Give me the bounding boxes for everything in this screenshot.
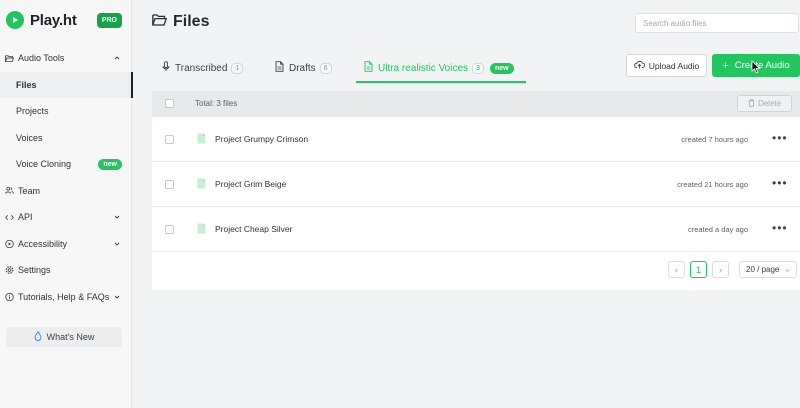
new-badge: new — [489, 62, 514, 74]
tab-drafts[interactable]: Drafts 6 — [275, 54, 332, 82]
play-logo-icon — [6, 11, 24, 29]
table-row[interactable]: Project Cheap Silver created a day ago •… — [152, 207, 800, 252]
tab-count: 3 — [472, 62, 484, 74]
sidebar-item-label: Audio Tools — [18, 53, 65, 64]
plus-icon: + — [722, 59, 729, 72]
tab-count: 1 — [231, 62, 244, 74]
sidebar-item-voice-cloning[interactable]: Voice Cloning new — [0, 151, 132, 178]
users-icon — [5, 186, 14, 195]
active-tab-indicator — [356, 81, 526, 83]
info-icon — [5, 292, 14, 301]
mouse-cursor-icon — [751, 60, 761, 74]
row-checkbox[interactable] — [165, 135, 174, 144]
sidebar-item-team[interactable]: Team — [0, 178, 132, 205]
page-size-value: 20 / page — [746, 265, 780, 274]
pro-badge: PRO — [96, 12, 122, 28]
whats-new-label: What's New — [46, 332, 95, 342]
sidebar: Play.ht PRO Audio Tools Files Projects V… — [0, 0, 133, 408]
sidebar-item-api[interactable]: API — [0, 204, 132, 231]
cloud-upload-icon — [633, 60, 645, 71]
table-header: Total: 3 files Delete — [152, 91, 800, 117]
drop-icon — [34, 331, 42, 343]
delete-label: Delete — [757, 99, 782, 108]
file-icon — [197, 178, 206, 189]
trash-icon — [748, 98, 755, 109]
upload-audio-button[interactable]: Upload Audio — [626, 54, 707, 77]
chevron-down-icon — [114, 242, 120, 246]
upload-audio-label: Upload Audio — [648, 60, 700, 71]
sidebar-item-audio-tools[interactable]: Audio Tools — [0, 45, 132, 72]
play-circle-icon — [5, 239, 14, 248]
sidebar-item-label: Voice Cloning — [16, 159, 72, 170]
total-files-count: Total: 3 files — [195, 99, 238, 108]
table-row[interactable]: Project Grim Beige created 21 hours ago … — [152, 162, 800, 207]
document-icon — [275, 61, 284, 75]
tab-transcribed[interactable]: Transcribed 1 — [162, 54, 244, 82]
row-checkbox[interactable] — [165, 225, 174, 234]
chevron-up-icon — [114, 56, 120, 60]
sidebar-nav: Audio Tools Files Projects Voices Voice … — [0, 45, 133, 311]
sidebar-item-label: Team — [18, 185, 41, 196]
chevron-down-icon — [114, 295, 120, 299]
sidebar-item-voices[interactable]: Voices — [0, 125, 132, 152]
brand[interactable]: Play.ht PRO — [6, 9, 126, 31]
page-size-select[interactable]: 20 / page — [739, 261, 797, 278]
whats-new-button[interactable]: What's New — [6, 327, 122, 347]
sidebar-item-label: Projects — [16, 106, 49, 117]
sidebar-item-files[interactable]: Files — [0, 71, 133, 98]
file-name[interactable]: Project Cheap Silver — [215, 224, 292, 234]
next-page-button[interactable]: › — [712, 261, 729, 278]
tab-label: Drafts — [289, 62, 316, 74]
file-name[interactable]: Project Grim Beige — [215, 179, 286, 189]
chevron-down-icon — [785, 269, 790, 272]
document-icon — [364, 61, 373, 75]
microphone-icon — [162, 61, 170, 75]
delete-button[interactable]: Delete — [737, 95, 792, 112]
file-tabs: Transcribed 1 Drafts 6 Ultra realistic V… — [152, 54, 532, 84]
new-badge: new — [98, 159, 122, 170]
sidebar-item-label: Voices — [16, 132, 43, 143]
brand-name: Play.ht — [30, 11, 77, 29]
tab-label: Ultra realistic Voices — [378, 62, 469, 74]
more-options-icon[interactable]: ••• — [772, 176, 788, 190]
file-list: Project Grumpy Crimson created 7 hours a… — [152, 117, 800, 290]
create-audio-label: Create Audio — [734, 60, 790, 71]
select-all-checkbox[interactable] — [165, 99, 174, 108]
search-input[interactable]: Search audio files — [635, 13, 799, 33]
page-title: Files — [152, 13, 209, 31]
search-placeholder: Search audio files — [643, 18, 707, 28]
folder-open-icon — [5, 54, 14, 63]
tab-count: 6 — [319, 62, 332, 74]
sidebar-item-label: Settings — [18, 265, 51, 276]
tab-label: Transcribed — [175, 62, 228, 74]
sidebar-item-label: Accessibility — [18, 238, 68, 249]
sidebar-item-label: API — [18, 212, 33, 223]
gear-icon — [5, 266, 14, 275]
file-icon — [197, 133, 206, 144]
sidebar-item-label: Tutorials, Help & FAQs — [18, 291, 110, 302]
more-options-icon[interactable]: ••• — [772, 131, 788, 145]
code-icon — [5, 213, 14, 222]
row-checkbox[interactable] — [165, 180, 174, 189]
sidebar-item-label: Files — [16, 79, 37, 90]
table-row[interactable]: Project Grumpy Crimson created 7 hours a… — [152, 117, 800, 162]
page-number-button[interactable]: 1 — [690, 261, 707, 278]
sidebar-item-accessibility[interactable]: Accessibility — [0, 231, 132, 258]
tab-ultra-realistic-voices[interactable]: Ultra realistic Voices 3 new — [364, 54, 514, 82]
created-time: created 21 hours ago — [677, 180, 748, 189]
chevron-down-icon — [114, 215, 120, 219]
page-title-text: Files — [173, 13, 210, 30]
prev-page-button[interactable]: ‹ — [668, 261, 685, 278]
sidebar-item-settings[interactable]: Settings — [0, 257, 132, 284]
created-time: created 7 hours ago — [681, 135, 748, 144]
more-options-icon[interactable]: ••• — [772, 221, 788, 235]
file-name[interactable]: Project Grumpy Crimson — [215, 134, 308, 144]
file-icon — [197, 223, 206, 234]
sidebar-item-projects[interactable]: Projects — [0, 98, 132, 125]
sidebar-item-tutorials[interactable]: Tutorials, Help & FAQs — [0, 284, 132, 311]
folder-open-icon — [152, 13, 168, 31]
created-time: created a day ago — [687, 225, 748, 234]
